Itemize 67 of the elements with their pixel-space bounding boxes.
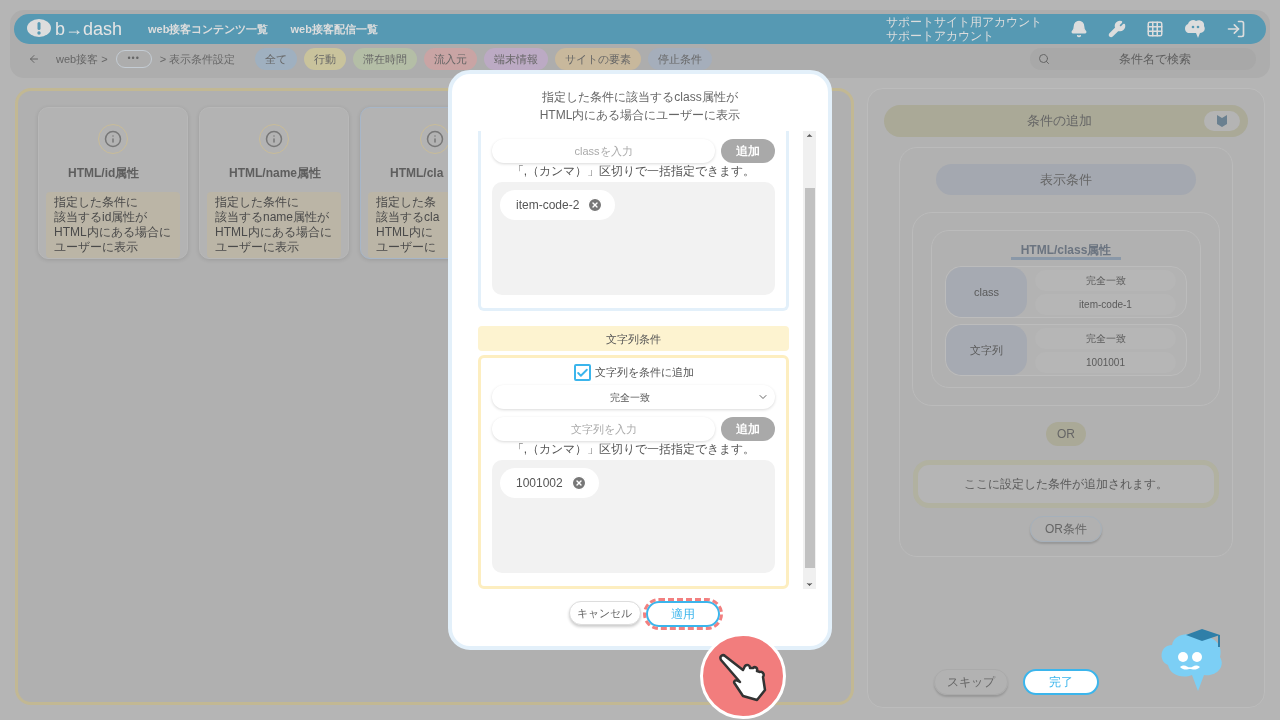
scroll-down-icon[interactable] [805,580,814,589]
card-description-line: HTML内に [376,225,434,240]
remove-icon[interactable] [570,475,587,492]
filter-tab[interactable]: 端末情報 [484,48,549,70]
section-title: 条件の追加 [1025,112,1093,131]
account-name: サポートアカウント [886,29,995,43]
search-field[interactable]: 条件名で検索 [1030,48,1256,70]
condition-label: 文字列 [946,325,1027,375]
card-description-line: ユーザーに [376,240,437,255]
text-field[interactable]: classを入力 [492,139,715,163]
nav-link[interactable]: web接客コンテンツ一覧 [148,20,269,38]
account-name: サポートサイト用アカウント [886,15,1042,29]
breadcrumb-link[interactable]: web接客 > [56,50,108,68]
card-title: HTML/id属性 [68,165,140,182]
card-description-line: HTML内にある場合に [54,225,172,240]
condition-card[interactable]: HTML/name属性 指定した条件に 該当するname属性が HTML内にある場合に ユーザーに表示 [199,107,349,259]
card-description-line: 指定した条 [376,195,437,210]
filter-tab[interactable]: サイトの要素 [555,48,642,70]
filter-tab[interactable]: 行動 [304,48,347,70]
hint-text: 「,（カンマ）」区切りで一括指定できます。 [510,164,757,179]
breadcrumb-current: > 表示条件設定 [159,51,236,67]
back-icon[interactable] [28,53,40,65]
logo-icon [26,18,52,40]
condition-card[interactable]: HTML/id属性 指定した条件に 該当するid属性が HTML内にある場合に ユーザーに表示 [38,107,188,259]
apply-button[interactable]: 適用 [645,601,720,627]
cancel-button[interactable]: キャンセル [568,601,641,625]
hint-text: 「,（カンマ）」区切りで一括指定できます。 [510,442,757,458]
condition-label: class [946,267,1027,317]
scroll-up-icon[interactable] [805,131,814,140]
card-description-line: 指定した条件に [215,195,300,210]
card-description-line: 該当するname属性が [215,210,331,225]
logo-text: b→dash [55,17,123,41]
tag-label: item-code-2 [516,197,580,214]
done-button[interactable]: 完了 [1022,669,1099,695]
section-title: 文字列条件 [478,326,789,352]
grid-icon[interactable] [1146,20,1164,38]
wrench-icon[interactable] [1108,20,1126,38]
notification-icon[interactable] [1070,20,1088,38]
match-select[interactable]: 完全一致 [492,385,775,410]
condition-drop-field: ここに設定した条件が追加されます。 [913,460,1219,508]
condition-title: HTML/class属性 [1010,243,1122,260]
search-icon [1038,53,1050,65]
or-label: OR [1046,422,1086,446]
checkbox-label: 文字列を条件に追加 [594,365,694,381]
card-title: HTML/cla [390,165,444,182]
card-description-line: ユーザーに表示 [54,240,139,255]
display-conditions-label: 表示条件 [936,164,1196,195]
card-description-line: HTML内にある場合に [215,225,333,240]
card-description-line: ユーザーに表示 [215,240,300,255]
beginner-mark-icon[interactable] [1204,111,1240,131]
checkbox[interactable] [573,364,591,382]
card-description-line: 該当するcla [376,210,441,225]
logout-icon[interactable] [1226,19,1246,39]
remove-icon[interactable] [587,197,604,213]
modal-description: 指定した条件に該当するclass属性が HTML内にある場合にユーザーに表示 [538,89,742,124]
tag-label: 1001002 [516,475,563,493]
filter-tab[interactable]: 滞在時間 [353,48,418,70]
filter-tab[interactable]: 停止条件 [648,48,713,70]
card-title: HTML/name属性 [229,165,321,182]
filter-tab[interactable]: 流入元 [424,48,478,70]
filter-tab[interactable]: 全て [255,48,298,70]
scrollbar[interactable] [803,131,816,589]
card-description-line: 指定した条件に [54,195,139,210]
brain-icon[interactable] [1184,19,1206,39]
card-description-line: 該当するid属性が [54,210,149,225]
text-field[interactable]: 文字列を入力 [492,417,715,442]
nav-link[interactable]: web接客配信一覧 [290,20,378,38]
